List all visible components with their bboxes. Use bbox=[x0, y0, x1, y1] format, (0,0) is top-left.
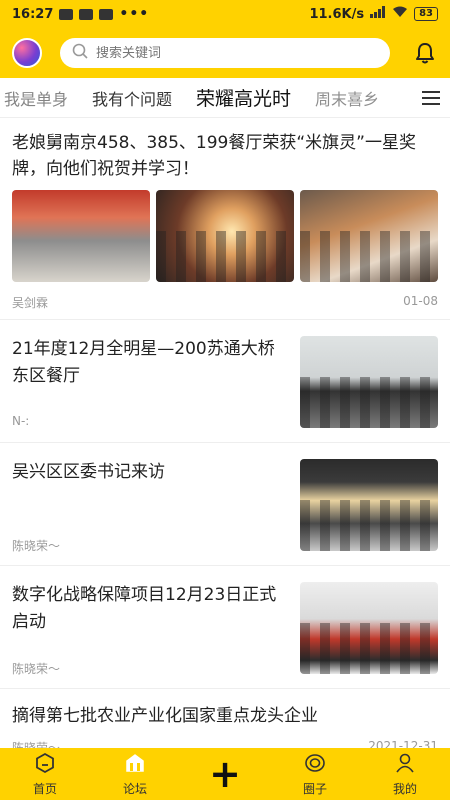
nav-home[interactable]: 首页 bbox=[0, 748, 90, 800]
tab-single[interactable]: 我是单身 bbox=[0, 86, 80, 110]
nav-home-label: 首页 bbox=[32, 781, 57, 796]
search-input[interactable] bbox=[96, 45, 356, 61]
status-left: 16:27 ••• bbox=[12, 7, 149, 22]
status-time: 16:27 bbox=[12, 6, 54, 22]
nav-circle[interactable]: 圈子 bbox=[270, 748, 360, 800]
post-author: 陈晓荣〜 bbox=[12, 539, 61, 553]
post-item[interactable]: 数字化战略保障项目12月23日正式启动 陈晓荣〜 bbox=[0, 566, 450, 689]
home-icon bbox=[34, 752, 56, 777]
bell-icon[interactable] bbox=[412, 40, 438, 66]
post-title: 摘得第七批农业产业化国家重点龙头企业 bbox=[12, 706, 318, 726]
post-images bbox=[12, 190, 438, 282]
message-icon-2 bbox=[99, 8, 114, 20]
status-bar: 16:27 ••• 11.6K/s 83 bbox=[0, 0, 450, 28]
top-header bbox=[0, 28, 450, 78]
tab-weekend[interactable]: 周末喜乡 bbox=[303, 86, 391, 110]
post-image[interactable] bbox=[300, 582, 438, 674]
post-date: 2021-12-31 bbox=[368, 739, 438, 748]
post-author: N-: bbox=[12, 414, 30, 428]
post-author: 吴剑霖 bbox=[12, 296, 49, 310]
nav-mine-label: 我的 bbox=[392, 781, 417, 796]
person-icon bbox=[394, 752, 416, 777]
post-item[interactable]: 吴兴区区委书记来访 陈晓荣〜 bbox=[0, 443, 450, 566]
status-right: 11.6K/s 83 bbox=[309, 6, 438, 22]
search-bar[interactable] bbox=[60, 38, 390, 68]
post-title: 吴兴区区委书记来访 bbox=[12, 462, 165, 482]
battery-indicator: 83 bbox=[414, 7, 438, 21]
post-title: 数字化战略保障项目12月23日正式启动 bbox=[12, 585, 277, 632]
post-author: 陈晓荣〜 bbox=[12, 662, 61, 676]
more-notifications-icon: ••• bbox=[119, 6, 150, 22]
post-title: 老娘舅南京458、385、199餐厅荣获“米旗灵”一星奖牌，向他们祝贺并学习！ bbox=[12, 133, 416, 179]
nav-forum[interactable]: 论坛 bbox=[90, 748, 180, 800]
post-image[interactable] bbox=[300, 190, 438, 282]
post-date: 01-08 bbox=[403, 294, 438, 308]
post-item[interactable]: 老娘舅南京458、385、199餐厅荣获“米旗灵”一星奖牌，向他们祝贺并学习！ … bbox=[0, 118, 450, 320]
plus-icon: + bbox=[209, 752, 241, 796]
circle-icon bbox=[304, 752, 326, 777]
post-item[interactable]: 21年度12月全明星—200苏通大桥东区餐厅 N-: bbox=[0, 320, 450, 443]
user-avatar[interactable] bbox=[12, 38, 42, 68]
post-image[interactable] bbox=[300, 459, 438, 551]
post-title: 21年度12月全明星—200苏通大桥东区餐厅 bbox=[12, 339, 275, 386]
forum-icon bbox=[124, 752, 146, 777]
post-image[interactable] bbox=[300, 336, 438, 428]
signal-icon bbox=[370, 6, 386, 22]
post-plus-button[interactable]: + bbox=[180, 748, 270, 800]
bottom-nav: 首页 论坛 + 圈子 我的 bbox=[0, 748, 450, 800]
wechat-icon bbox=[59, 8, 74, 20]
post-item[interactable]: 摘得第七批农业产业化国家重点龙头企业 陈晓荣〜 2021-12-31 bbox=[0, 689, 450, 748]
nav-mine[interactable]: 我的 bbox=[360, 748, 450, 800]
network-speed: 11.6K/s bbox=[309, 6, 365, 22]
category-tabs: 我是单身 我有个问题 荣耀高光时 周末喜乡 bbox=[0, 78, 450, 118]
post-text: 21年度12月全明星—200苏通大桥东区餐厅 bbox=[12, 336, 282, 442]
message-icon bbox=[79, 8, 94, 20]
post-author: 陈晓荣〜 bbox=[12, 741, 61, 748]
search-icon bbox=[72, 43, 88, 63]
tab-highlight-moments[interactable]: 荣耀高光时 bbox=[184, 84, 303, 111]
wifi-icon bbox=[392, 6, 408, 22]
tab-question[interactable]: 我有个问题 bbox=[80, 86, 184, 110]
post-image[interactable] bbox=[156, 190, 294, 282]
menu-icon[interactable] bbox=[412, 78, 450, 117]
post-image[interactable] bbox=[12, 190, 150, 282]
nav-circle-label: 圈子 bbox=[302, 781, 327, 796]
post-feed: 老娘舅南京458、385、199餐厅荣获“米旗灵”一星奖牌，向他们祝贺并学习！ … bbox=[0, 118, 450, 748]
post-meta: 吴剑霖 01-08 bbox=[12, 294, 438, 311]
post-meta: 陈晓荣〜 2021-12-31 bbox=[12, 739, 438, 748]
nav-forum-label: 论坛 bbox=[122, 781, 147, 796]
